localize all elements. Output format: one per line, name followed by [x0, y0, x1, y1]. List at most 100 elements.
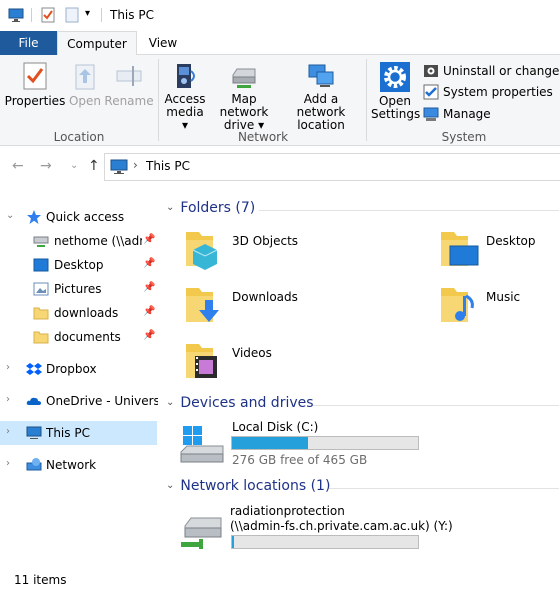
manage-label: Manage [443, 107, 491, 121]
collapse-chevron-icon[interactable]: ⌄ [166, 480, 174, 491]
devices-header-text: Devices and drives [180, 395, 314, 411]
sidebar-item-label: OneDrive - University [46, 394, 158, 408]
sidebar-item-quick-access[interactable]: ⌄ Quick access [0, 205, 160, 229]
expander-chevron-icon[interactable]: ⌄ [6, 210, 14, 221]
pin-icon[interactable]: 📌 [143, 234, 155, 245]
recent-locations-chevron-icon[interactable]: ⌄ [70, 160, 78, 171]
folder-icon [33, 307, 49, 320]
folder-item-desktop[interactable]: Desktop [438, 226, 558, 270]
computer-icon[interactable] [8, 7, 24, 23]
system-properties-icon [423, 84, 439, 100]
folder-item-videos[interactable]: Videos [183, 338, 403, 382]
drive-item-local-disk-c[interactable]: Local Disk (C:) 276 GB free of 465 GB [179, 418, 559, 467]
pin-icon[interactable]: 📌 [143, 306, 155, 317]
sidebar-item-documents[interactable]: documents 📌 [0, 325, 160, 349]
forward-arrow-icon[interactable]: → [40, 158, 52, 174]
up-arrow-icon[interactable]: ↑ [88, 158, 100, 174]
folder-icon [33, 331, 49, 344]
drive-free-space: 276 GB free of 465 GB [232, 453, 368, 467]
settings-gear-icon [380, 62, 410, 92]
star-icon [27, 210, 41, 224]
sidebar-item-nethome[interactable]: nethome (\\adm 📌 [0, 229, 160, 253]
network-location-label-1: radiationprotection [230, 504, 345, 518]
file-explorer-window: ▾ This PC File Computer View Properties … [0, 0, 560, 593]
folder-item-3d-objects[interactable]: 3D Objects [183, 226, 403, 270]
new-folder-quick-icon[interactable] [64, 7, 80, 23]
map-network-drive-label-1: Map network [219, 92, 269, 119]
tab-file[interactable]: File [0, 31, 57, 55]
sidebar-item-desktop[interactable]: Desktop 📌 [0, 253, 160, 277]
network-location-item[interactable]: radiationprotection (\\admin-fs.ch.priva… [179, 502, 559, 552]
customize-toolbar-chevron-icon[interactable]: ▾ [85, 8, 90, 19]
access-media-icon [177, 64, 195, 88]
network-location-label-2: (\\admin-fs.ch.private.cam.ac.uk) (Y:) [230, 519, 453, 533]
sidebar-item-dropbox[interactable]: › Dropbox [0, 357, 160, 381]
computer-icon [26, 426, 42, 439]
collapse-chevron-icon[interactable]: ⌄ [166, 202, 174, 213]
desktop-folder-icon [441, 232, 479, 266]
network-locations-header-text: Network locations (1) [180, 478, 331, 494]
manage-computer-icon [423, 107, 439, 121]
sidebar-item-label: Desktop [54, 258, 104, 272]
open-settings-button[interactable]: Open Settings [371, 61, 420, 121]
expander-chevron-icon[interactable]: › [6, 458, 10, 469]
sidebar-item-pictures[interactable]: Pictures 📌 [0, 277, 160, 301]
expander-chevron-icon[interactable]: › [6, 362, 10, 373]
breadcrumb-this-pc[interactable]: This PC [146, 159, 190, 173]
drive-usage-fill [232, 437, 308, 449]
sidebar-item-network[interactable]: › Network [0, 453, 160, 477]
rename-button[interactable]: Rename [104, 61, 154, 108]
pin-icon[interactable]: 📌 [143, 258, 155, 269]
section-divider [329, 488, 559, 489]
properties-button[interactable]: Properties [4, 61, 66, 108]
sidebar-item-label: Dropbox [46, 362, 97, 376]
folder-item-music[interactable]: Music [438, 282, 558, 326]
section-divider [313, 405, 559, 406]
onedrive-icon [26, 397, 41, 405]
downloads-folder-icon [186, 288, 219, 322]
pictures-folder-icon [33, 282, 49, 296]
properties-quick-icon[interactable] [40, 7, 56, 23]
system-properties-button[interactable]: System properties [423, 82, 560, 102]
tab-computer[interactable]: Computer [57, 31, 137, 56]
network-locations-section-header[interactable]: ⌄ Network locations (1) [166, 478, 330, 494]
ribbon-tabs: File Computer View [0, 31, 560, 56]
uninstall-change-program-button[interactable]: Uninstall or change a p [423, 61, 560, 81]
3d-objects-folder-icon [186, 232, 218, 270]
expander-chevron-icon[interactable]: › [6, 426, 10, 437]
back-arrow-icon[interactable]: ← [12, 158, 24, 174]
sidebar-item-downloads[interactable]: downloads 📌 [0, 301, 160, 325]
add-network-location-button[interactable]: Add a network location [281, 61, 361, 132]
sidebar-item-onedrive[interactable]: › OneDrive - University [0, 389, 160, 413]
expander-chevron-icon[interactable]: › [6, 394, 10, 405]
pin-icon[interactable]: 📌 [143, 282, 155, 293]
pin-icon[interactable]: 📌 [143, 330, 155, 341]
tab-view[interactable]: View [140, 31, 186, 55]
map-network-drive-button[interactable]: Map network drive ▾ [208, 61, 280, 132]
videos-folder-icon [186, 344, 217, 378]
status-item-count: 11 items [14, 573, 67, 587]
breadcrumb-separator[interactable]: › [133, 158, 138, 172]
open-button[interactable]: Open [66, 61, 104, 108]
folder-item-downloads[interactable]: Downloads [183, 282, 403, 326]
ribbon: Properties Open Rename Location Access m… [0, 55, 560, 146]
access-media-button[interactable]: Access media ▾ [162, 61, 208, 132]
collapse-chevron-icon[interactable]: ⌄ [166, 397, 174, 408]
network-group-label: Network [237, 130, 289, 144]
folders-header-text: Folders (7) [180, 200, 256, 216]
title-separator [31, 8, 32, 22]
open-label: Open [68, 94, 102, 108]
sidebar-item-label: This PC [46, 426, 90, 440]
properties-label: Properties [4, 94, 66, 108]
sidebar-item-this-pc[interactable]: › This PC [0, 421, 157, 445]
music-folder-icon [441, 288, 474, 322]
window-title: This PC [110, 8, 154, 22]
system-group-label: System [441, 130, 487, 144]
rename-label: Rename [104, 94, 154, 108]
system-properties-label: System properties [443, 85, 553, 99]
manage-button[interactable]: Manage [423, 104, 560, 124]
properties-icon [23, 62, 47, 90]
folders-section-header[interactable]: ⌄ Folders (7) [166, 200, 255, 216]
folder-label: Videos [232, 346, 272, 360]
devices-section-header[interactable]: ⌄ Devices and drives [166, 395, 314, 411]
